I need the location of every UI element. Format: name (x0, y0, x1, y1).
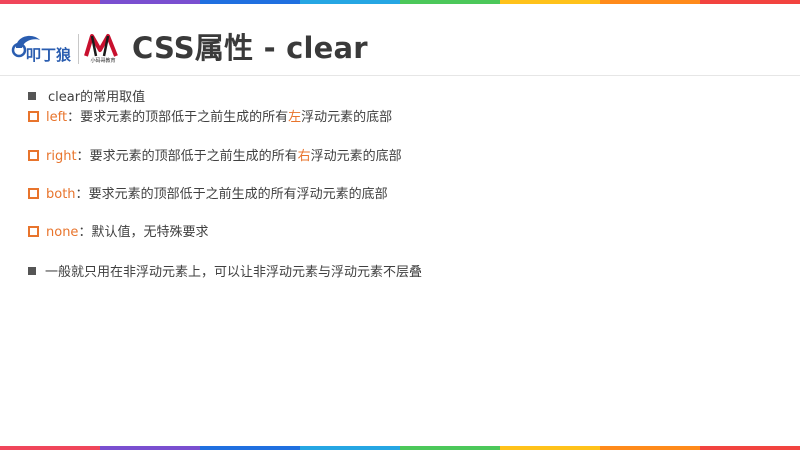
list-item-none: none：默认值，无特殊要求 (28, 221, 208, 240)
highlight-word: 右 (297, 149, 311, 164)
note-text: 一般就只用在非浮动元素上，可以让非浮动元素与浮动元素不层叠 (45, 265, 423, 280)
keyword: left (46, 110, 68, 125)
separator: ： (67, 110, 81, 125)
keyword: right (46, 149, 77, 164)
note-line: 一般就只用在非浮动元素上，可以让非浮动元素与浮动元素不层叠 (28, 261, 422, 280)
list-item-both: both：要求元素的顶部低于之前生成的所有浮动元素的底部 (28, 183, 388, 202)
slide-content: clear的常用取值 left：要求元素的顶部低于之前生成的所有左浮动元素的底部… (0, 0, 800, 450)
separator: ： (78, 225, 92, 240)
highlight-word: 左 (288, 110, 302, 125)
description: 默认值，无特殊要求 (91, 225, 209, 240)
square-bullet-icon (28, 267, 36, 275)
intro-text: clear的常用取值 (48, 90, 146, 105)
square-bullet-icon (28, 92, 36, 100)
description: 要求元素的顶部低于之前生成的所有 (89, 149, 298, 164)
list-item-right: right：要求元素的顶部低于之前生成的所有右浮动元素的底部 (28, 145, 402, 164)
list-item-left: left：要求元素的顶部低于之前生成的所有左浮动元素的底部 (28, 106, 392, 125)
description: 要求元素的顶部低于之前生成的所有 (80, 110, 289, 125)
keyword: none (46, 225, 79, 240)
hollow-square-bullet-icon (28, 150, 39, 161)
description-end: 浮动元素的底部 (301, 110, 393, 125)
description: 要求元素的顶部低于之前生成的所有浮动元素的底部 (88, 187, 388, 202)
separator: ： (76, 149, 90, 164)
hollow-square-bullet-icon (28, 188, 39, 199)
hollow-square-bullet-icon (28, 226, 39, 237)
hollow-square-bullet-icon (28, 111, 39, 122)
intro-line: clear的常用取值 (28, 86, 145, 105)
description-end: 浮动元素的底部 (310, 149, 402, 164)
separator: ： (75, 187, 89, 202)
bottom-color-stripe (0, 446, 800, 450)
keyword: both (46, 187, 76, 202)
